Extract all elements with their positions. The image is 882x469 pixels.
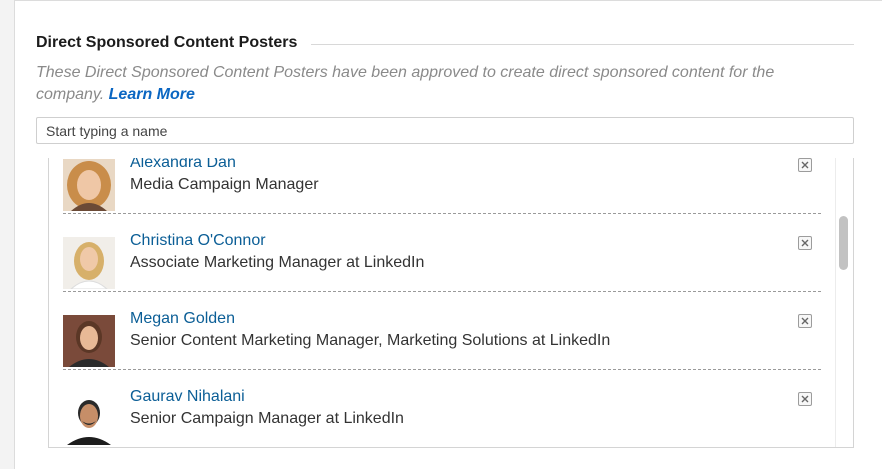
section-description: These Direct Sponsored Content Posters h… [36,62,846,106]
header-divider [311,43,854,45]
remove-poster-button[interactable] [798,314,812,328]
poster-job-title: Senior Content Marketing Manager, Market… [130,332,611,349]
poster-list-item: Megan Golden Senior Content Marketing Ma… [63,292,821,370]
poster-name-link[interactable]: Megan Golden [130,310,235,328]
avatar [63,159,115,211]
poster-name-link[interactable]: Christina O'Connor [130,232,266,250]
poster-job-title: Media Campaign Manager [130,176,319,193]
poster-list-item: Gaurav Nihalani Senior Campaign Manager … [63,370,821,447]
poster-name-link[interactable]: Gaurav Nihalani [130,388,245,406]
avatar [63,237,115,289]
name-search-input[interactable] [36,117,854,144]
poster-list-item: Christina O'Connor Associate Marketing M… [63,214,821,292]
close-icon [801,239,809,247]
poster-name-link[interactable]: Alexandra Dan [130,158,236,172]
remove-poster-button[interactable] [798,236,812,250]
learn-more-link[interactable]: Learn More [109,86,195,103]
remove-poster-button[interactable] [798,392,812,406]
poster-job-title: Associate Marketing Manager at LinkedIn [130,254,425,271]
close-icon [801,317,809,325]
poster-job-title: Senior Campaign Manager at LinkedIn [130,410,404,427]
close-icon [801,395,809,403]
avatar [63,393,115,445]
list-scrollbar-thumb[interactable] [839,216,848,270]
close-icon [801,161,809,169]
section-title: Direct Sponsored Content Posters [36,34,298,51]
list-scrollbar[interactable] [835,158,853,447]
avatar [63,315,115,367]
poster-list-item: Alexandra Dan Media Campaign Manager [63,158,821,214]
remove-poster-button[interactable] [798,158,812,172]
section-header: Direct Sponsored Content Posters [36,32,854,54]
posters-list: Alexandra Dan Media Campaign Manager Chr… [48,158,854,448]
posters-list-content: Alexandra Dan Media Campaign Manager Chr… [49,158,829,447]
